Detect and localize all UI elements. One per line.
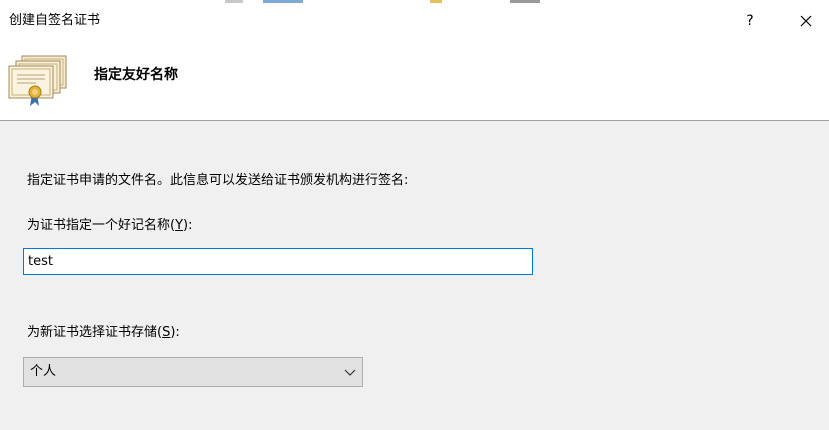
store-selected-value: 个人 xyxy=(30,364,57,379)
friendly-name-input[interactable] xyxy=(23,248,533,275)
help-button[interactable]: ? xyxy=(736,9,764,33)
access-key-s: S xyxy=(162,325,171,340)
store-label: 为新证书选择证书存储(S): xyxy=(27,325,180,340)
title-bar: 创建自签名证书 ? xyxy=(0,0,829,40)
background-window-strip xyxy=(0,0,829,3)
page-title: 指定友好名称 xyxy=(94,67,178,83)
access-key-y: Y xyxy=(175,218,184,233)
description-text: 指定证书申请的文件名。此信息可以发送给证书颁发机构进行签名: xyxy=(27,173,409,188)
certificate-store-dropdown[interactable]: 个人 xyxy=(23,357,363,387)
wizard-header: 指定友好名称 xyxy=(0,40,829,121)
window-title: 创建自签名证书 xyxy=(9,13,101,28)
friendly-name-label: 为证书指定一个好记名称(Y): xyxy=(27,218,193,233)
dialog-window: 创建自签名证书 ? 指定友好名称 指定证书申请的文件名。此信息可以发送给证书颁发… xyxy=(0,0,829,430)
chevron-down-icon xyxy=(344,369,356,376)
close-button[interactable] xyxy=(790,9,822,33)
close-icon xyxy=(800,15,812,27)
certificate-icon xyxy=(8,55,67,106)
